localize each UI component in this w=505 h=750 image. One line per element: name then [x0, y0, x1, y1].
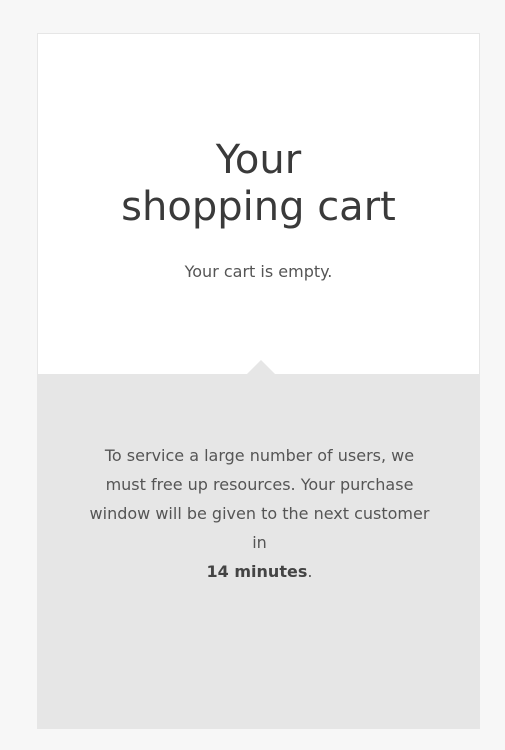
- cart-summary: Your shopping cart Your cart is empty.: [38, 34, 479, 374]
- notice-message: To service a large number of users, we m…: [89, 446, 430, 552]
- title-line-2: shopping cart: [121, 183, 396, 230]
- page-title: Your shopping cart: [38, 137, 479, 231]
- countdown-time: 14 minutes: [206, 562, 308, 581]
- notice-text: To service a large number of users, we m…: [88, 441, 431, 586]
- purchase-window-notice: To service a large number of users, we m…: [38, 360, 479, 729]
- empty-cart-message: Your cart is empty.: [184, 262, 333, 281]
- notice-period: .: [307, 562, 313, 581]
- notice-pointer-arrow: [247, 360, 275, 374]
- shopping-cart-panel: Your shopping cart Your cart is empty. T…: [37, 33, 480, 729]
- title-line-1: Your: [215, 136, 302, 183]
